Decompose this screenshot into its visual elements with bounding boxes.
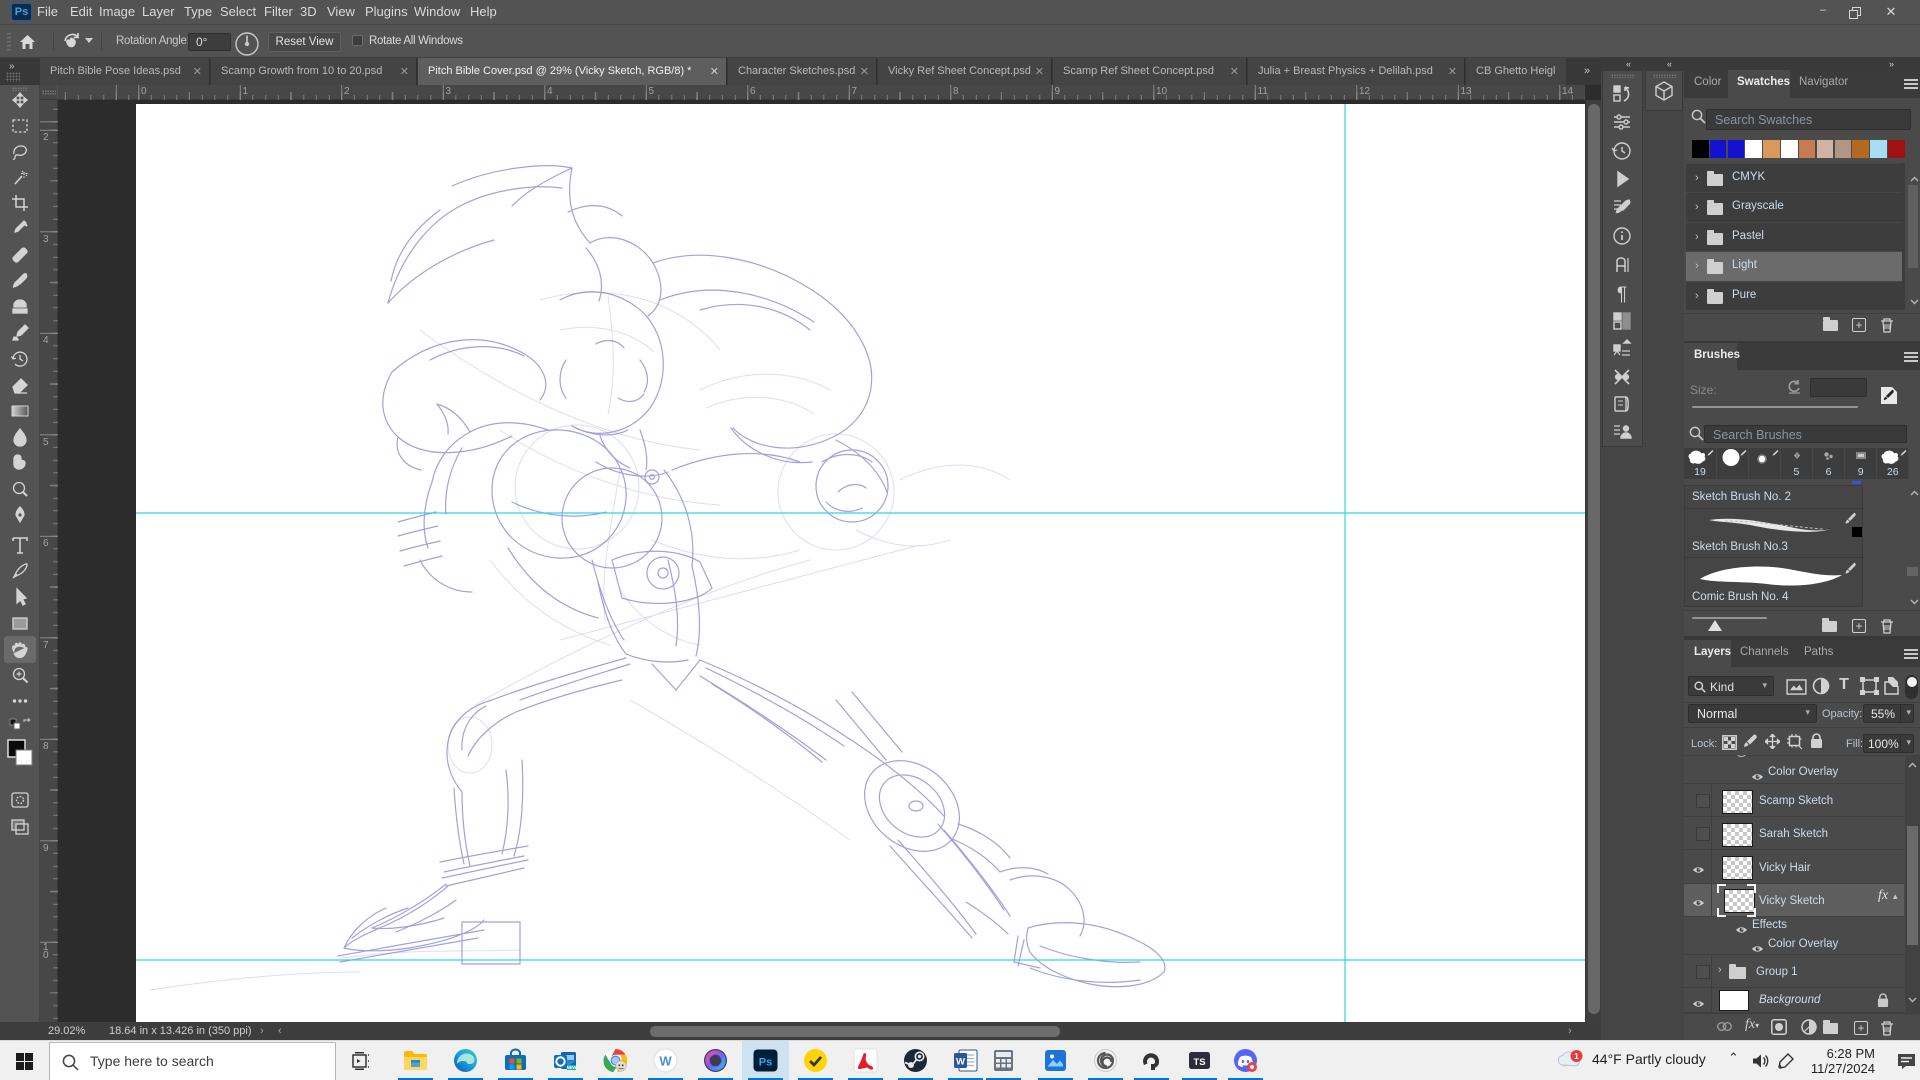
svg-text:1: 1: [1574, 1051, 1579, 1061]
svg-text:W: W: [956, 1057, 965, 1068]
svg-text:W: W: [659, 1054, 672, 1069]
svg-text:TS: TS: [1193, 1057, 1205, 1068]
svg-text:Ps: Ps: [759, 1057, 772, 1069]
svg-text:¶: ¶: [1617, 284, 1627, 305]
svg-text:NEW: NEW: [567, 1065, 577, 1070]
